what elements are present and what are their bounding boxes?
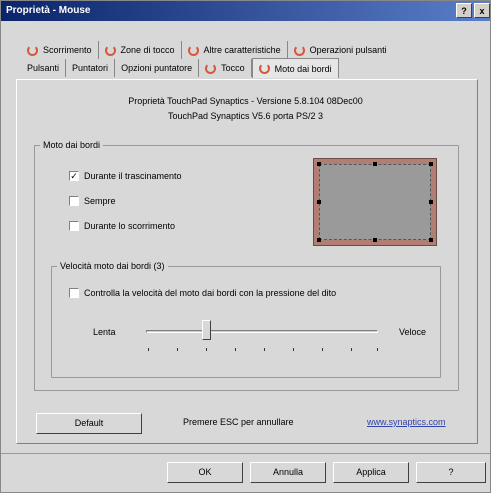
synaptics-tab-icon	[293, 44, 305, 56]
checkbox-during-drag[interactable]: ✓	[69, 171, 79, 181]
option-during-drag[interactable]: ✓ Durante il trascinamento	[69, 171, 182, 181]
edge-speed-group: Velocità moto dai bordi (3)	[51, 261, 441, 378]
ok-button[interactable]: OK	[167, 462, 243, 483]
version-info-line1: Proprietà TouchPad Synaptics - Versione …	[128, 96, 363, 106]
option-during-scroll[interactable]: Durante lo scorrimento	[69, 221, 175, 231]
preview-handle	[317, 200, 321, 204]
option-pressure-control-label: Controlla la velocità del moto dai bordi…	[84, 288, 337, 298]
slider-tick	[351, 348, 352, 351]
slider-tick	[264, 348, 265, 351]
touchpad-preview	[313, 158, 437, 246]
edge-speed-group-label: Velocità moto dai bordi (3)	[57, 261, 168, 271]
synaptics-tab-icon	[205, 62, 217, 74]
tab-scorrimento[interactable]: Scorrimento	[21, 41, 99, 59]
preview-handle	[373, 238, 377, 242]
title-bar[interactable]: Proprietà - Mouse ? x	[1, 1, 490, 21]
apply-button[interactable]: Applica	[333, 462, 409, 483]
slider-max-label: Veloce	[399, 327, 427, 337]
option-during-drag-label: Durante il trascinamento	[84, 171, 182, 181]
slider-tick	[235, 348, 236, 351]
cancel-button[interactable]: Annulla	[250, 462, 326, 483]
slider-tick	[377, 348, 378, 351]
esc-hint: Premere ESC per annullare	[183, 417, 294, 427]
option-during-scroll-label: Durante lo scorrimento	[84, 221, 176, 231]
slider-tick	[148, 348, 149, 351]
edge-motion-group-label: Moto dai bordi	[40, 140, 104, 150]
version-info-line2: TouchPad Synaptics V5.6 porta PS/2 3	[167, 111, 324, 121]
default-button[interactable]: Default	[36, 413, 142, 434]
slider-tick	[293, 348, 294, 351]
preview-handle	[429, 238, 433, 242]
option-pressure-control[interactable]: Controlla la velocità del moto dai bordi…	[69, 288, 336, 298]
slider-tick	[322, 348, 323, 351]
synaptics-tab-icon	[187, 44, 199, 56]
tab-moto-dai-bordi[interactable]: Moto dai bordi	[251, 58, 339, 78]
tab-row-1: Scorrimento Zone di tocco Altre caratter…	[21, 41, 393, 59]
preview-handle	[429, 162, 433, 166]
mouse-properties-window: Proprietà - Mouse ? x Scorrimento Zone d…	[0, 0, 491, 493]
close-title-button[interactable]: x	[474, 3, 490, 18]
help-title-button[interactable]: ?	[456, 3, 472, 18]
preview-handle	[317, 238, 321, 242]
tab-row-2: Pulsanti Puntatori Opzioni puntatore Toc…	[21, 58, 339, 78]
option-always[interactable]: Sempre	[69, 196, 116, 206]
preview-handle	[429, 200, 433, 204]
window-title: Proprietà - Mouse	[6, 5, 91, 16]
synaptics-link[interactable]: www.synaptics.com	[367, 417, 446, 427]
tab-puntatori[interactable]: Puntatori	[66, 59, 116, 77]
footer-separator	[1, 453, 490, 454]
slider-tick	[177, 348, 178, 351]
preview-handle	[317, 162, 321, 166]
help-button[interactable]: ?	[416, 462, 486, 483]
tab-pulsanti[interactable]: Pulsanti	[21, 59, 67, 77]
speed-slider-track[interactable]	[146, 330, 378, 333]
synaptics-tab-icon	[104, 44, 116, 56]
speed-slider-thumb[interactable]	[202, 320, 211, 340]
tab-opzioni-puntatore[interactable]: Opzioni puntatore	[115, 59, 200, 77]
slider-tick	[206, 348, 207, 351]
tab-operazioni-pulsanti[interactable]: Operazioni pulsanti	[288, 41, 393, 59]
tab-altre-caratteristiche[interactable]: Altre caratteristiche	[182, 41, 288, 59]
checkbox-during-scroll[interactable]	[69, 221, 79, 231]
tab-zone-di-tocco[interactable]: Zone di tocco	[99, 41, 182, 59]
synaptics-tab-icon	[258, 63, 270, 74]
synaptics-tab-icon	[27, 44, 38, 56]
tab-tocco[interactable]: Tocco	[199, 59, 252, 77]
checkbox-always[interactable]	[69, 196, 79, 206]
preview-handle	[373, 162, 377, 166]
touchpad-preview-inner	[319, 164, 431, 240]
option-always-label: Sempre	[84, 196, 116, 206]
checkbox-pressure-control[interactable]	[69, 288, 79, 298]
slider-min-label: Lenta	[93, 327, 116, 337]
